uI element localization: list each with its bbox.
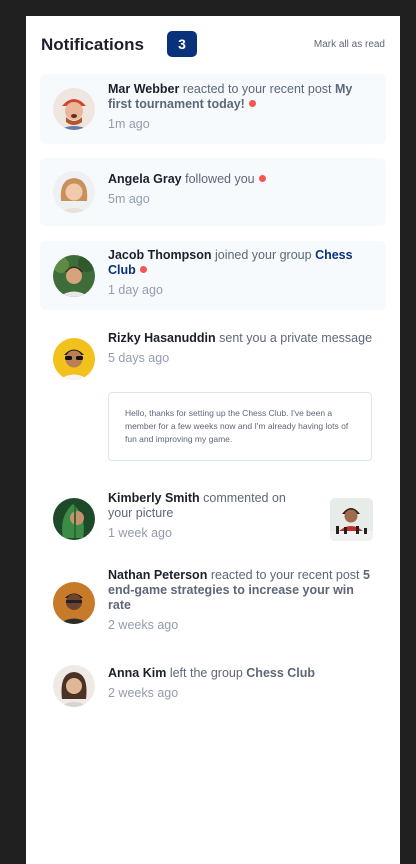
notification-action: left the group	[169, 666, 243, 680]
unread-count-badge: 3	[167, 31, 197, 57]
notification-body: Kimberly Smith commented on your picture…	[108, 491, 310, 540]
notification-item[interactable]: Anna Kim left the group Chess Club 2 wee…	[40, 656, 386, 724]
notification-item[interactable]: Mar Webber reacted to your recent post M…	[40, 74, 386, 144]
chess-picture-icon	[330, 498, 373, 541]
avatar[interactable]	[53, 338, 95, 380]
notification-actor[interactable]: Mar Webber	[108, 82, 179, 96]
avatar-rizky-hasanuddin-icon	[53, 338, 95, 380]
notification-time: 5 days ago	[108, 351, 170, 365]
notification-time: 1m ago	[108, 117, 150, 131]
notification-item[interactable]: Jacob Thompson joined your group Chess C…	[40, 241, 386, 310]
notification-group-link[interactable]: Chess Club	[246, 666, 315, 680]
avatar[interactable]	[53, 665, 95, 707]
page-title: Notifications	[41, 35, 144, 54]
notification-actor[interactable]: Anna Kim	[108, 666, 166, 680]
notification-time: 1 week ago	[108, 526, 172, 540]
avatar-jacob-thompson-icon	[53, 255, 95, 297]
notification-body: Mar Webber reacted to your recent post M…	[108, 82, 374, 131]
notification-item[interactable]: Nathan Peterson reacted to your recent p…	[40, 566, 386, 638]
notifications-panel: Notifications 3 Mark all as read Mar Web…	[26, 16, 400, 864]
avatar-anna-kim-icon	[53, 665, 95, 707]
avatar-angela-gray-icon	[53, 171, 95, 213]
notification-body: Angela Gray followed you 5m ago	[108, 172, 374, 206]
avatar[interactable]	[53, 88, 95, 130]
unread-dot-icon	[139, 266, 147, 273]
unread-dot-icon	[248, 100, 256, 107]
avatar[interactable]	[53, 498, 95, 540]
header: Notifications 3 Mark all as read	[26, 16, 400, 72]
notification-time: 1 day ago	[108, 283, 163, 297]
notification-body: Jacob Thompson joined your group Chess C…	[108, 248, 374, 297]
mark-all-as-read-button[interactable]: Mark all as read	[314, 39, 385, 50]
notification-actor[interactable]: Rizky Hasanuddin	[108, 331, 216, 345]
notification-item[interactable]: Angela Gray followed you 5m ago	[40, 158, 386, 226]
notification-time: 2 weeks ago	[108, 618, 179, 632]
notification-actor[interactable]: Jacob Thompson	[108, 248, 211, 262]
notification-body: Anna Kim left the group Chess Club 2 wee…	[108, 666, 374, 700]
notification-actor[interactable]: Angela Gray	[108, 172, 182, 186]
commented-picture-thumbnail[interactable]	[330, 498, 373, 541]
avatar-kimberly-smith-icon	[53, 498, 95, 540]
notification-action: sent you a private message	[219, 331, 373, 345]
avatar[interactable]	[53, 255, 95, 297]
avatar[interactable]	[53, 171, 95, 213]
private-message-preview[interactable]: Hello, thanks for setting up the Chess C…	[108, 392, 372, 461]
notification-time: 5m ago	[108, 192, 150, 206]
avatar-mar-webber-icon	[53, 88, 95, 130]
notification-action: reacted to your recent post	[182, 82, 332, 96]
avatar[interactable]	[53, 582, 95, 624]
notification-time: 2 weeks ago	[108, 686, 179, 700]
notification-action: joined your group	[214, 248, 312, 262]
notification-body: Nathan Peterson reacted to your recent p…	[108, 568, 374, 632]
notification-action: followed you	[185, 172, 255, 186]
notification-actor[interactable]: Nathan Peterson	[108, 568, 207, 582]
notification-body: Rizky Hasanuddin sent you a private mess…	[108, 331, 374, 365]
unread-dot-icon	[258, 175, 266, 182]
notification-actor[interactable]: Kimberly Smith	[108, 491, 200, 505]
avatar-nathan-peterson-icon	[53, 582, 95, 624]
notification-action: reacted to your recent post	[210, 568, 360, 582]
